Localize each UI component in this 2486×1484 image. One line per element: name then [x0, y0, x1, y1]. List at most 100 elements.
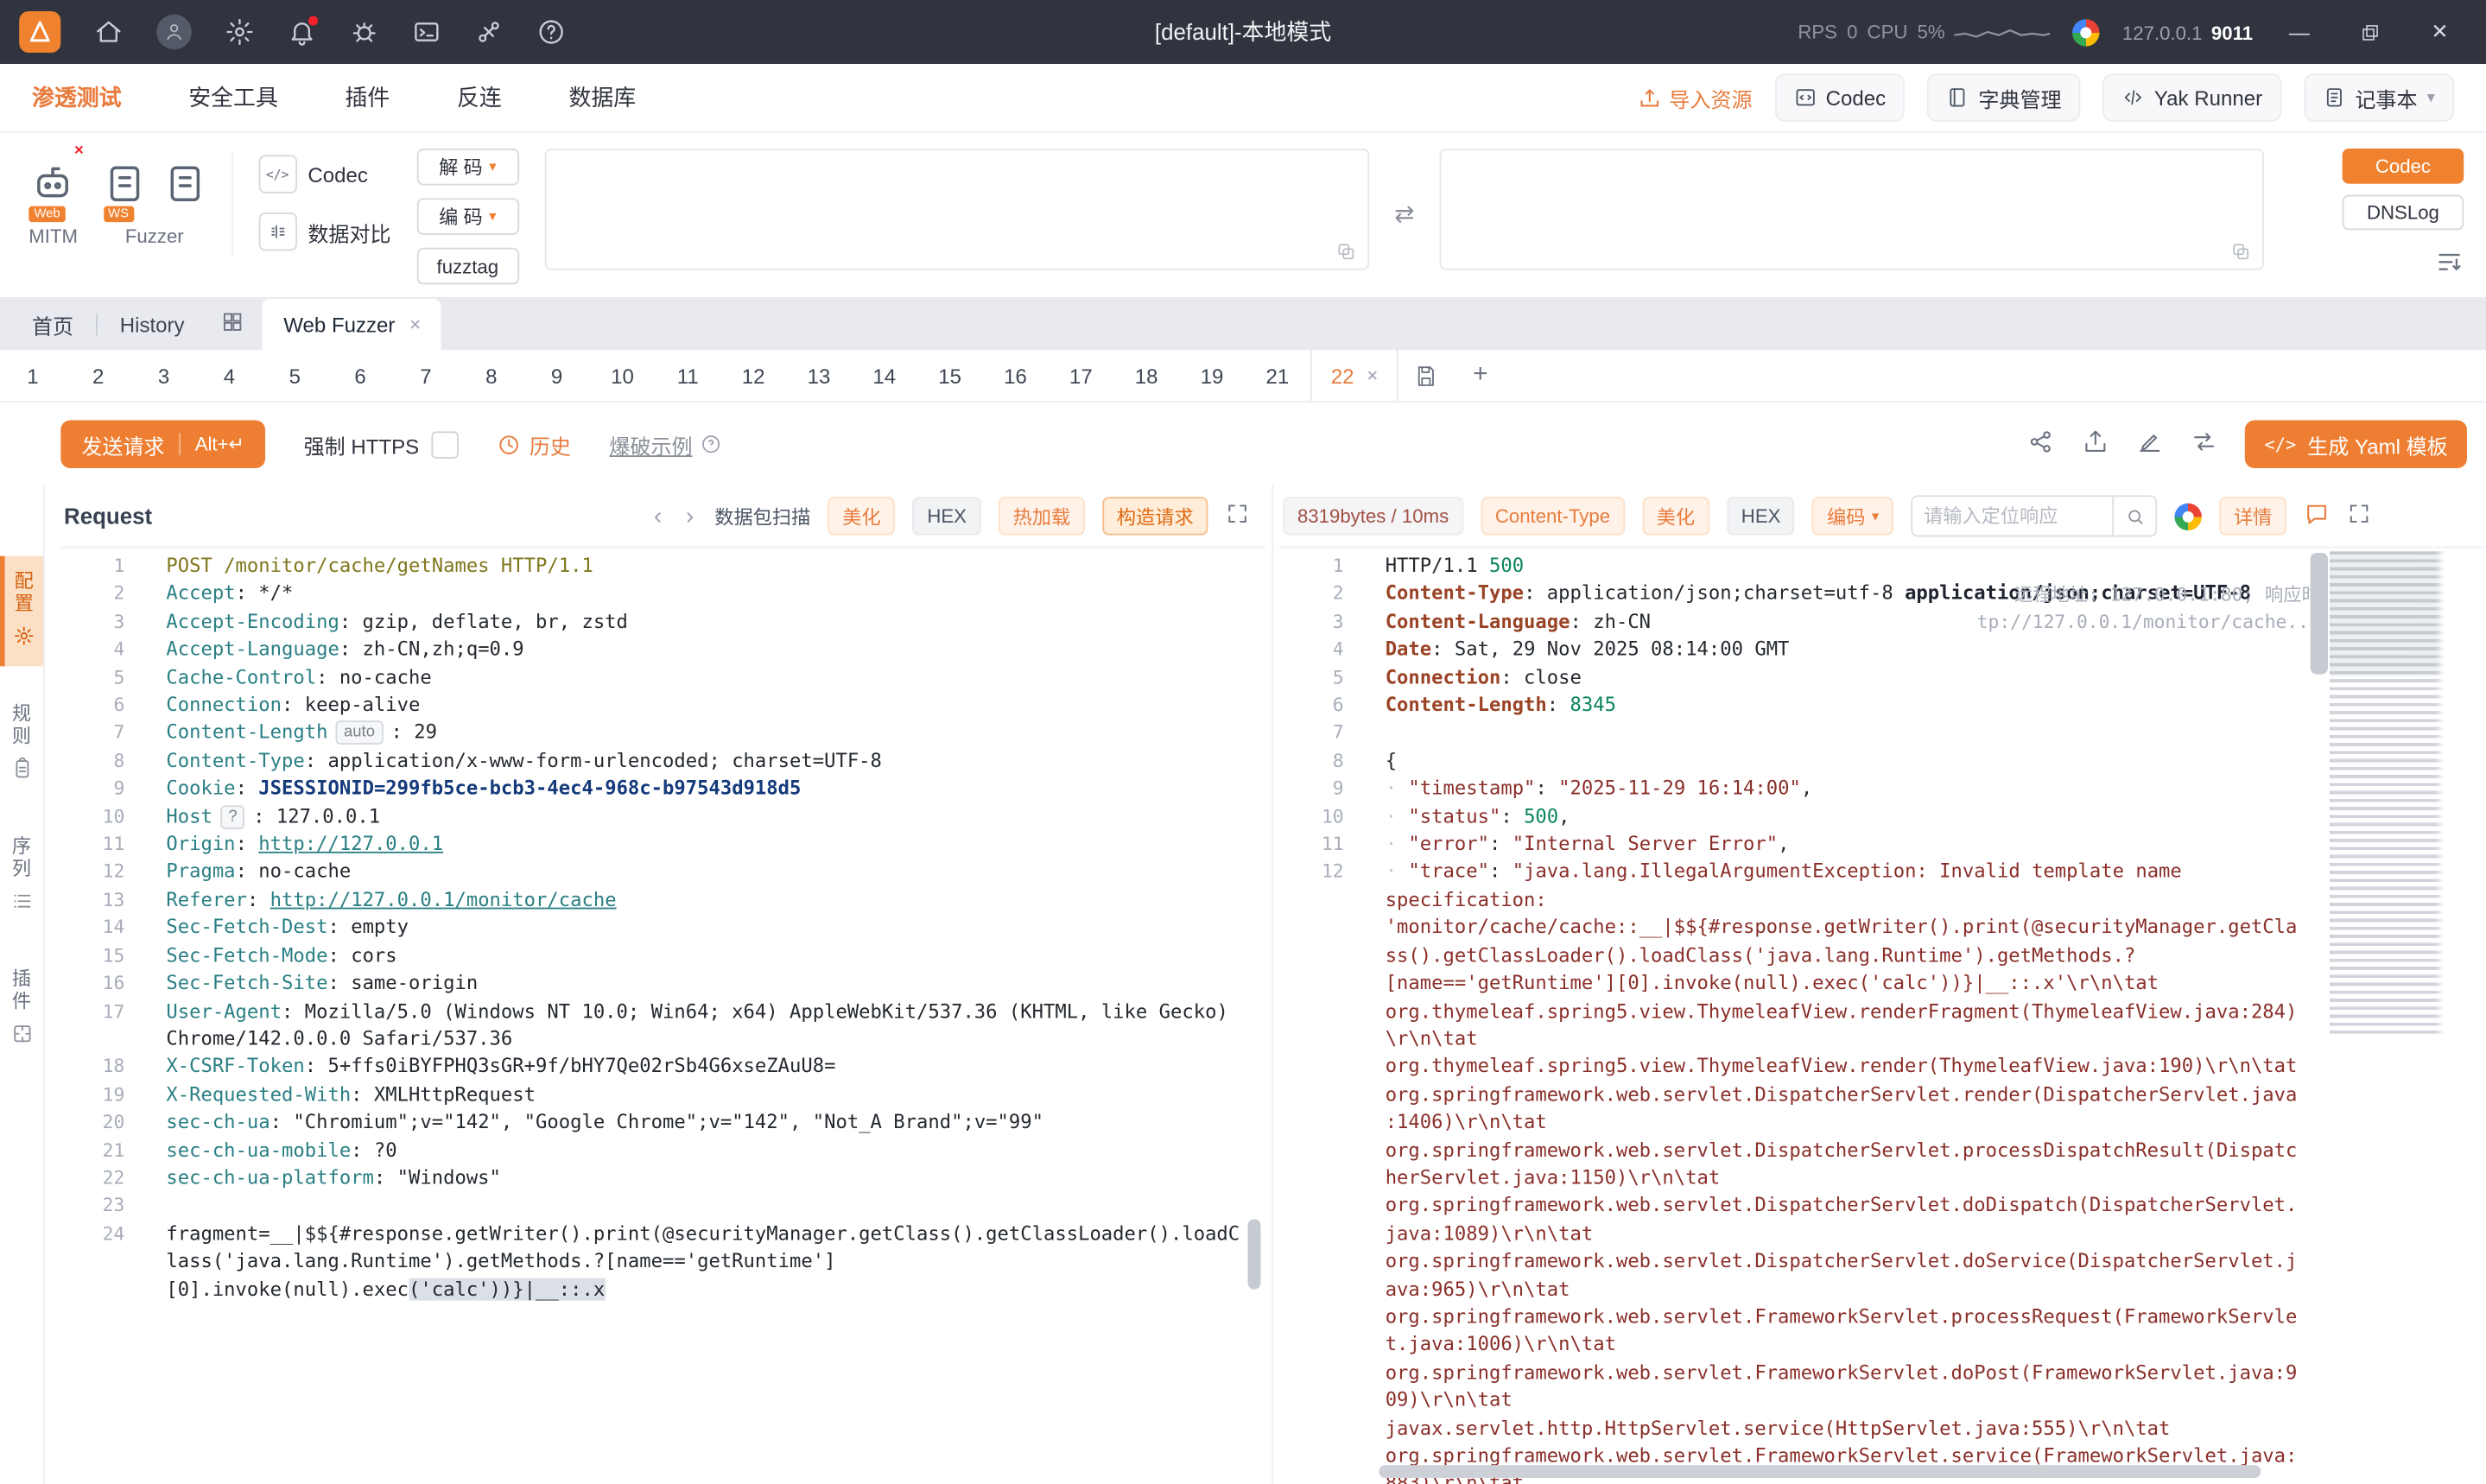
construct-request-button[interactable]: 构造请求: [1102, 497, 1208, 535]
code-line[interactable]: 10· "status": 500,: [1280, 803, 2486, 831]
menubar-item[interactable]: 安全工具: [188, 81, 278, 113]
code-line[interactable]: 10Host?: 127.0.0.1: [60, 803, 1265, 831]
hex-button[interactable]: HEX: [913, 497, 981, 535]
copy-icon[interactable]: [1335, 241, 1356, 262]
packet-scan-button[interactable]: 数据包扫描: [714, 503, 810, 530]
hot-reload-button[interactable]: 热加载: [999, 497, 1085, 535]
rail-tab-1[interactable]: 配置: [0, 556, 43, 667]
code-line[interactable]: 21sec-ch-ua-mobile: ?0: [60, 1137, 1265, 1164]
import-resource-button[interactable]: 导入资源: [1637, 82, 1752, 112]
code-line[interactable]: 17User-Agent: Mozilla/5.0 (Windows NT 10…: [60, 998, 1265, 1053]
blast-example-link[interactable]: 爆破示例: [609, 429, 722, 460]
rail-tab-3[interactable]: 序列: [0, 821, 43, 932]
fuzzer-tab-active[interactable]: 22×: [1310, 350, 1399, 401]
open-in-browser-icon[interactable]: [2174, 503, 2201, 530]
code-line[interactable]: 8Content-Type: application/x-www-form-ur…: [60, 747, 1265, 775]
code-line[interactable]: 12· "trace": "java.lang.IllegalArgumentE…: [1280, 859, 2486, 1484]
code-line[interactable]: 5Connection: close: [1280, 664, 2486, 692]
add-tab-button[interactable]: +: [1453, 350, 1507, 401]
avatar[interactable]: [156, 15, 192, 50]
yak-runner-button[interactable]: Yak Runner: [2103, 73, 2282, 121]
code-line[interactable]: 11Origin: http://127.0.0.1: [60, 831, 1265, 859]
code-line[interactable]: 9Cookie: JSESSIONID=299fb5ce-bcb3-4ec4-9…: [60, 776, 1265, 803]
code-line[interactable]: 3Content-Language: zh-CN: [1280, 608, 2486, 636]
code-line[interactable]: 6Connection: keep-alive: [60, 692, 1265, 720]
codec-menu-button[interactable]: Codec: [1774, 73, 1905, 121]
fuzzer-tab[interactable]: 13: [786, 350, 852, 401]
tab-history[interactable]: History: [101, 299, 204, 350]
export-icon[interactable]: [2083, 428, 2109, 460]
code-line[interactable]: 12Pragma: no-cache: [60, 859, 1265, 886]
terminal-icon[interactable]: [412, 17, 441, 46]
menubar-item[interactable]: 数据库: [568, 81, 636, 113]
fuzzer-tab[interactable]: 9: [524, 350, 590, 401]
menubar-item[interactable]: 插件: [346, 81, 390, 113]
comment-icon[interactable]: [2304, 501, 2330, 531]
save-icon[interactable]: [1398, 350, 1453, 401]
notepad-button[interactable]: 记事本▾: [2304, 73, 2454, 121]
rail-tab-4[interactable]: 插件: [0, 954, 43, 1064]
content-type-tag[interactable]: Content-Type: [1481, 497, 1625, 535]
code-line[interactable]: 16Sec-Fetch-Site: same-origin: [60, 970, 1265, 998]
dictionary-button[interactable]: 字典管理: [1927, 73, 2081, 121]
engine-status-icon[interactable]: [2073, 18, 2100, 45]
fuzzer-tool[interactable]: WS Fuzzer: [104, 143, 206, 248]
code-line[interactable]: 7Content-Lengthauto: 29: [60, 720, 1265, 747]
gear-icon[interactable]: [225, 17, 254, 46]
grid-icon[interactable]: [206, 310, 259, 339]
code-line[interactable]: 1HTTP/1.1 500: [1280, 553, 2486, 580]
codec-run-button[interactable]: Codec: [2343, 149, 2464, 184]
prev-request-button[interactable]: ‹: [650, 503, 665, 530]
home-icon[interactable]: [94, 17, 123, 46]
code-line[interactable]: 18X-CSRF-Token: 5+ffs0iBYFPHQ3sGR+9f/bHY…: [60, 1054, 1265, 1081]
fuzzer-tab[interactable]: 6: [327, 350, 393, 401]
code-line[interactable]: 6Content-Length: 8345: [1280, 692, 2486, 720]
code-line[interactable]: 7: [1280, 720, 2486, 747]
fuzzer-tab[interactable]: 10: [590, 350, 656, 401]
menubar-item[interactable]: 渗透测试: [32, 81, 122, 113]
fuzzer-tab[interactable]: 17: [1048, 350, 1113, 401]
fuzztag-button[interactable]: fuzztag: [416, 248, 518, 285]
code-line[interactable]: 22sec-ch-ua-platform: "Windows": [60, 1164, 1265, 1192]
fuzzer-tab[interactable]: 8: [459, 350, 524, 401]
share-icon[interactable]: [2028, 428, 2055, 460]
swap-icon[interactable]: ⇄: [1394, 199, 1414, 227]
fuzzer-tab[interactable]: 1: [0, 350, 66, 401]
close-icon[interactable]: ×: [409, 314, 421, 336]
rail-tab-2[interactable]: 规则: [0, 688, 43, 799]
scrollbar-thumb[interactable]: [1248, 1219, 1261, 1289]
fuzzer-tab[interactable]: 16: [983, 350, 1049, 401]
force-https-checkbox[interactable]: [432, 430, 459, 457]
fuzzer-tab[interactable]: 21: [1245, 350, 1310, 401]
detail-button[interactable]: 详情: [2219, 497, 2286, 535]
data-compare-tool[interactable]: 数据对比: [258, 212, 391, 251]
panel-resize-handle[interactable]: [1265, 485, 1280, 1484]
minimize-button[interactable]: —: [2275, 10, 2323, 54]
decode-dropdown[interactable]: 解 码▾: [416, 149, 518, 186]
code-line[interactable]: 20sec-ch-ua: "Chromium";v="142", "Google…: [60, 1109, 1265, 1137]
code-line[interactable]: 14Sec-Fetch-Dest: empty: [60, 915, 1265, 942]
help-icon[interactable]: [536, 17, 565, 46]
editor-minimap[interactable]: [2330, 551, 2445, 1034]
beautify-button[interactable]: 美化: [1642, 497, 1709, 535]
fullscreen-icon[interactable]: [2347, 502, 2371, 530]
menubar-item[interactable]: 反连: [457, 81, 502, 113]
code-line[interactable]: 4Date: Sat, 29 Nov 2025 08:14:00 GMT: [1280, 637, 2486, 664]
fuzzer-tab[interactable]: 7: [393, 350, 459, 401]
codec-output[interactable]: [1440, 149, 2264, 270]
generate-yaml-button[interactable]: </>生成 Yaml 模板: [2245, 420, 2467, 467]
tools-icon[interactable]: [474, 17, 503, 46]
code-line[interactable]: 11· "error": "Internal Server Error",: [1280, 831, 2486, 859]
request-editor[interactable]: 1POST /monitor/cache/getNames HTTP/1.12A…: [60, 548, 1265, 1484]
send-request-button[interactable]: 发送请求Alt+↵: [60, 420, 265, 467]
code-line[interactable]: 24fragment=__|$${#response.getWriter().p…: [60, 1221, 1265, 1304]
restore-button[interactable]: [2345, 10, 2393, 54]
codec-tool[interactable]: </>Codec: [258, 155, 391, 193]
fuzzer-tab[interactable]: 11: [655, 350, 720, 401]
mitm-tool[interactable]: Web × MITM: [29, 143, 78, 248]
copy-icon[interactable]: [2231, 241, 2252, 262]
scrollbar-thumb[interactable]: [2311, 553, 2328, 675]
code-line[interactable]: 13Referer: http://127.0.0.1/monitor/cach…: [60, 886, 1265, 914]
code-line[interactable]: 23: [60, 1193, 1265, 1221]
response-editor[interactable]: 远程地址: 127.0.0.1:80; 响应时 tp://127.0.0.1/m…: [1280, 548, 2486, 1484]
